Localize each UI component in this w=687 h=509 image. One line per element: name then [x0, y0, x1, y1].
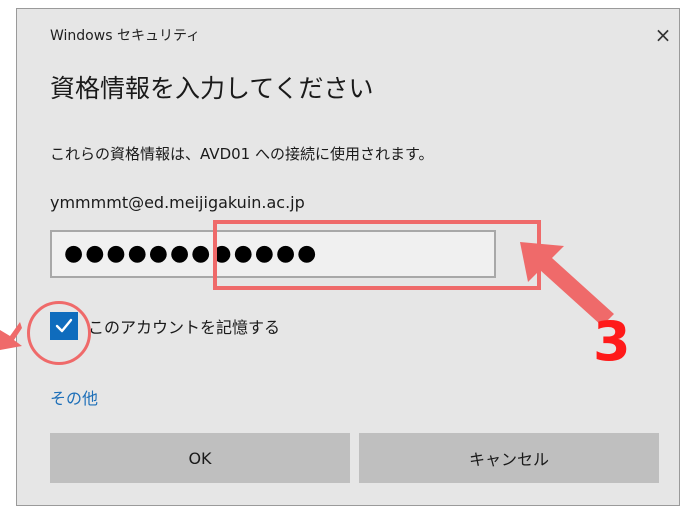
screenshot-canvas: Windows セキュリティ × 資格情報を入力してください これらの資格情報は… [0, 0, 687, 509]
window-title: Windows セキュリティ [50, 28, 201, 44]
dialog-heading: 資格情報を入力してください [50, 74, 374, 103]
username-text: ymmmmt@ed.meijigakuin.ac.jp [50, 193, 305, 212]
highlight-rectangle [213, 220, 541, 290]
more-choices-link[interactable]: その他 [50, 385, 98, 409]
annotation-arrow-partial-icon [0, 322, 22, 350]
highlight-circle [27, 301, 91, 365]
ok-button[interactable]: OK [50, 433, 350, 483]
remember-label: このアカウントを記憶する [88, 318, 281, 337]
ok-button-label: OK [188, 448, 212, 468]
dialog-message: これらの資格情報は、AVD01 への接続に使用されます。 [50, 145, 434, 163]
step-number: 3 [593, 310, 631, 373]
cancel-button-label: キャンセル [468, 450, 549, 469]
close-icon[interactable]: × [651, 23, 675, 47]
cancel-button[interactable]: キャンセル [359, 433, 659, 483]
